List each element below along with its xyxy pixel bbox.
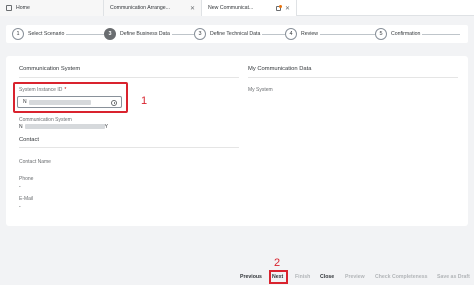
wizard-step-review[interactable]: 4 Review (285, 28, 321, 40)
communication-system-value-suffix: Y (104, 124, 108, 130)
tab-bar: Home Communication Arrange... ✕ New Comm… (0, 0, 474, 16)
check-completeness-button[interactable]: Check Completeness (375, 274, 427, 280)
email-label: E-Mail (19, 196, 34, 202)
tab-communication-arrangements-label: Communication Arrange... (110, 5, 170, 11)
annotation-number-one: 1 (141, 95, 148, 107)
tab-communication-arrangements[interactable]: Communication Arrange... ✕ (104, 0, 202, 16)
section-divider (248, 77, 458, 78)
wizard-step-number-active: 3 (104, 28, 116, 40)
notification-icon (275, 4, 282, 11)
preview-button[interactable]: Preview (345, 274, 365, 280)
wizard-step-label: Select Scenario (28, 31, 65, 37)
email-value: - (19, 204, 21, 210)
home-icon (6, 5, 12, 11)
previous-button[interactable]: Previous (240, 274, 262, 280)
annotation-number-two: 2 (274, 257, 281, 269)
wizard-step-define-technical-data[interactable]: 3 Define Technical Data (194, 28, 263, 40)
tab-home-label: Home (16, 5, 30, 11)
wizard-step-confirmation[interactable]: 5 Confirmation (375, 28, 423, 40)
communication-system-value: NY (19, 124, 108, 130)
wizard-step-label: Define Business Data (120, 31, 170, 37)
my-communication-data-title: My Communication Data (248, 66, 312, 72)
close-button[interactable]: Close (320, 274, 334, 280)
tab-new-communication-label: New Communicat... (208, 5, 254, 11)
communication-system-title: Communication System (19, 66, 81, 72)
section-divider (19, 147, 239, 148)
tab-home[interactable]: Home (0, 0, 104, 16)
redacted-value (24, 124, 105, 130)
wizard-step-define-business-data[interactable]: 3 Define Business Data (104, 28, 172, 40)
wizard-step-number: 4 (285, 28, 297, 40)
wizard-step-label: Review (301, 31, 319, 37)
footer-toolbar: Previous Next Finish Close Preview Check… (0, 270, 474, 285)
next-button[interactable]: Next (272, 274, 283, 280)
phone-label: Phone (19, 176, 34, 182)
wizard-step-select-scenario[interactable]: 1 Select Scenario (12, 28, 67, 40)
contact-name-label: Contact Name (19, 159, 51, 165)
communication-system-label: Communication System (19, 117, 72, 123)
section-divider (19, 77, 239, 78)
wizard-step-number: 3 (194, 28, 206, 40)
wizard-progress: 1 Select Scenario 3 Define Business Data… (6, 25, 468, 43)
wizard-step-number: 5 (375, 28, 387, 40)
communication-system-value-prefix: N (19, 124, 23, 130)
close-icon[interactable]: ✕ (190, 5, 195, 12)
annotation-highlight-system-instance (13, 82, 128, 113)
phone-value: - (19, 184, 21, 190)
contact-title: Contact (19, 137, 39, 143)
wizard-step-number: 1 (12, 28, 24, 40)
close-icon[interactable]: ✕ (285, 5, 290, 12)
save-as-draft-button[interactable]: Save as Draft (437, 274, 470, 280)
wizard-step-label: Define Technical Data (210, 31, 261, 37)
finish-button[interactable]: Finish (295, 274, 310, 280)
wizard-step-label: Confirmation (391, 31, 421, 37)
my-system-label: My System (248, 87, 273, 93)
tab-new-communication[interactable]: New Communicat... ✕ (202, 0, 297, 16)
